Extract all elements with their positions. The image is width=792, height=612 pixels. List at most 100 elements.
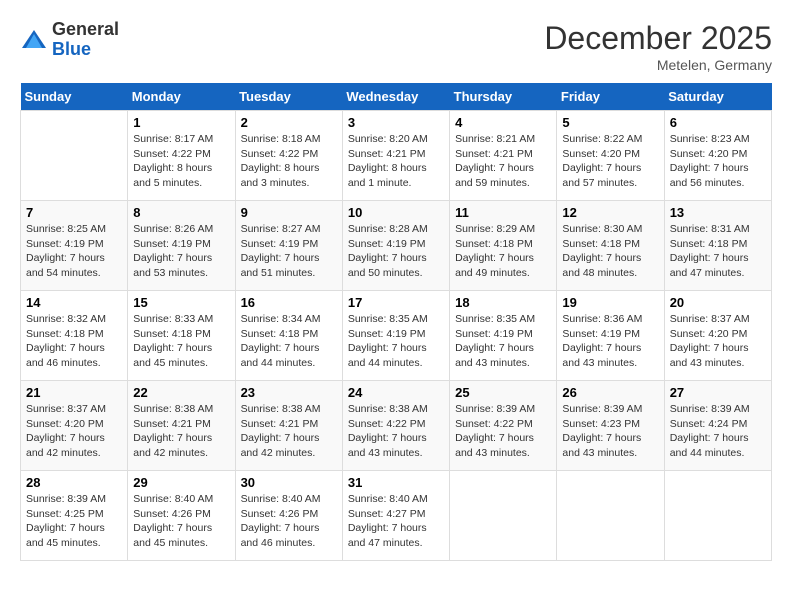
day-info: Sunrise: 8:36 AMSunset: 4:19 PMDaylight:… xyxy=(562,312,658,371)
day-number: 5 xyxy=(562,115,658,130)
calendar-cell: 17 Sunrise: 8:35 AMSunset: 4:19 PMDayligh… xyxy=(342,291,449,381)
calendar-cell: 24Sunrise: 8:38 AMSunset: 4:22 PMDayligh… xyxy=(342,381,449,471)
logo-text: General Blue xyxy=(52,20,119,60)
day-info: Sunrise: 8:38 AMSunset: 4:21 PMDaylight:… xyxy=(133,402,229,461)
day-info: Sunrise: 8:30 AMSunset: 4:18 PMDaylight:… xyxy=(562,222,658,281)
calendar-cell: 16 Sunrise: 8:34 AMSunset: 4:18 PMDayligh… xyxy=(235,291,342,381)
day-info: Sunrise: 8:39 AMSunset: 4:22 PMDaylight:… xyxy=(455,402,551,461)
page-header: General Blue December 2025 Metelen, Germ… xyxy=(20,20,772,73)
calendar-cell: 10 Sunrise: 8:28 AMSunset: 4:19 PMDayligh… xyxy=(342,201,449,291)
day-info: Sunrise: 8:31 AMSunset: 4:18 PMDaylight:… xyxy=(670,222,766,281)
day-info: Sunrise: 8:40 AMSunset: 4:26 PMDaylight:… xyxy=(241,492,337,551)
day-number: 12 xyxy=(562,205,658,220)
calendar-cell: 7 Sunrise: 8:25 AMSunset: 4:19 PMDaylight… xyxy=(21,201,128,291)
weekday-header-tuesday: Tuesday xyxy=(235,83,342,111)
day-info: Sunrise: 8:18 AMSunset: 4:22 PMDaylight:… xyxy=(241,132,337,191)
location: Metelen, Germany xyxy=(544,57,772,73)
calendar-cell xyxy=(664,471,771,561)
day-info: Sunrise: 8:33 AMSunset: 4:18 PMDaylight:… xyxy=(133,312,229,371)
day-number: 22 xyxy=(133,385,229,400)
day-number: 8 xyxy=(133,205,229,220)
day-number: 1 xyxy=(133,115,229,130)
day-info: Sunrise: 8:39 AMSunset: 4:23 PMDaylight:… xyxy=(562,402,658,461)
weekday-header-row: SundayMondayTuesdayWednesdayThursdayFrid… xyxy=(21,83,772,111)
day-info: Sunrise: 8:34 AMSunset: 4:18 PMDaylight:… xyxy=(241,312,337,371)
day-number: 27 xyxy=(670,385,766,400)
calendar-cell: 19Sunrise: 8:36 AMSunset: 4:19 PMDayligh… xyxy=(557,291,664,381)
day-info: Sunrise: 8:39 AMSunset: 4:24 PMDaylight:… xyxy=(670,402,766,461)
calendar-cell: 28Sunrise: 8:39 AMSunset: 4:25 PMDayligh… xyxy=(21,471,128,561)
calendar-cell: 29 Sunrise: 8:40 AMSunset: 4:26 PMDayligh… xyxy=(128,471,235,561)
day-info: Sunrise: 8:22 AMSunset: 4:20 PMDaylight:… xyxy=(562,132,658,191)
calendar-cell: 25 Sunrise: 8:39 AMSunset: 4:22 PMDayligh… xyxy=(450,381,557,471)
weekday-header-monday: Monday xyxy=(128,83,235,111)
calendar-cell: 15 Sunrise: 8:33 AMSunset: 4:18 PMDayligh… xyxy=(128,291,235,381)
day-number: 7 xyxy=(26,205,122,220)
day-number: 28 xyxy=(26,475,122,490)
day-number: 23 xyxy=(241,385,337,400)
calendar-cell xyxy=(557,471,664,561)
calendar-cell: 8Sunrise: 8:26 AMSunset: 4:19 PMDaylight… xyxy=(128,201,235,291)
day-number: 31 xyxy=(348,475,444,490)
calendar-cell: 6 Sunrise: 8:23 AMSunset: 4:20 PMDaylight… xyxy=(664,111,771,201)
day-number: 30 xyxy=(241,475,337,490)
month-title: December 2025 xyxy=(544,20,772,57)
weekday-header-saturday: Saturday xyxy=(664,83,771,111)
day-number: 25 xyxy=(455,385,551,400)
day-number: 6 xyxy=(670,115,766,130)
day-number: 21 xyxy=(26,385,122,400)
day-info: Sunrise: 8:27 AMSunset: 4:19 PMDaylight:… xyxy=(241,222,337,281)
logo-general: General xyxy=(52,19,119,39)
day-number: 2 xyxy=(241,115,337,130)
calendar-week-5: 28Sunrise: 8:39 AMSunset: 4:25 PMDayligh… xyxy=(21,471,772,561)
day-info: Sunrise: 8:25 AMSunset: 4:19 PMDaylight:… xyxy=(26,222,122,281)
calendar-cell: 31 Sunrise: 8:40 AMSunset: 4:27 PMDayligh… xyxy=(342,471,449,561)
day-number: 29 xyxy=(133,475,229,490)
weekday-header-sunday: Sunday xyxy=(21,83,128,111)
weekday-header-thursday: Thursday xyxy=(450,83,557,111)
day-info: Sunrise: 8:37 AMSunset: 4:20 PMDaylight:… xyxy=(26,402,122,461)
calendar-cell: 5 Sunrise: 8:22 AMSunset: 4:20 PMDaylight… xyxy=(557,111,664,201)
calendar-cell: 12 Sunrise: 8:30 AMSunset: 4:18 PMDayligh… xyxy=(557,201,664,291)
day-info: Sunrise: 8:17 AMSunset: 4:22 PMDaylight:… xyxy=(133,132,229,191)
day-number: 13 xyxy=(670,205,766,220)
calendar-week-2: 7 Sunrise: 8:25 AMSunset: 4:19 PMDaylight… xyxy=(21,201,772,291)
day-number: 17 xyxy=(348,295,444,310)
calendar-cell: 20Sunrise: 8:37 AMSunset: 4:20 PMDayligh… xyxy=(664,291,771,381)
calendar-cell xyxy=(450,471,557,561)
calendar-cell: 23 Sunrise: 8:38 AMSunset: 4:21 PMDayligh… xyxy=(235,381,342,471)
logo-icon xyxy=(20,26,48,54)
calendar-week-4: 21 Sunrise: 8:37 AMSunset: 4:20 PMDayligh… xyxy=(21,381,772,471)
day-info: Sunrise: 8:35 AMSunset: 4:19 PMDaylight:… xyxy=(455,312,551,371)
day-info: Sunrise: 8:23 AMSunset: 4:20 PMDaylight:… xyxy=(670,132,766,191)
day-info: Sunrise: 8:35 AMSunset: 4:19 PMDaylight:… xyxy=(348,312,444,371)
calendar-cell xyxy=(21,111,128,201)
day-number: 16 xyxy=(241,295,337,310)
day-number: 3 xyxy=(348,115,444,130)
day-info: Sunrise: 8:21 AMSunset: 4:21 PMDaylight:… xyxy=(455,132,551,191)
day-number: 11 xyxy=(455,205,551,220)
calendar-cell: 21 Sunrise: 8:37 AMSunset: 4:20 PMDayligh… xyxy=(21,381,128,471)
day-number: 9 xyxy=(241,205,337,220)
day-info: Sunrise: 8:40 AMSunset: 4:27 PMDaylight:… xyxy=(348,492,444,551)
day-number: 4 xyxy=(455,115,551,130)
day-info: Sunrise: 8:20 AMSunset: 4:21 PMDaylight:… xyxy=(348,132,444,191)
calendar-cell: 3 Sunrise: 8:20 AMSunset: 4:21 PMDaylight… xyxy=(342,111,449,201)
day-number: 20 xyxy=(670,295,766,310)
day-number: 15 xyxy=(133,295,229,310)
calendar-cell: 13 Sunrise: 8:31 AMSunset: 4:18 PMDayligh… xyxy=(664,201,771,291)
day-info: Sunrise: 8:38 AMSunset: 4:21 PMDaylight:… xyxy=(241,402,337,461)
calendar-cell: 30 Sunrise: 8:40 AMSunset: 4:26 PMDayligh… xyxy=(235,471,342,561)
day-info: Sunrise: 8:40 AMSunset: 4:26 PMDaylight:… xyxy=(133,492,229,551)
weekday-header-friday: Friday xyxy=(557,83,664,111)
calendar-cell: 2 Sunrise: 8:18 AMSunset: 4:22 PMDaylight… xyxy=(235,111,342,201)
calendar-cell: 27 Sunrise: 8:39 AMSunset: 4:24 PMDayligh… xyxy=(664,381,771,471)
calendar-cell: 9 Sunrise: 8:27 AMSunset: 4:19 PMDaylight… xyxy=(235,201,342,291)
day-number: 10 xyxy=(348,205,444,220)
day-number: 24 xyxy=(348,385,444,400)
day-info: Sunrise: 8:28 AMSunset: 4:19 PMDaylight:… xyxy=(348,222,444,281)
day-number: 26 xyxy=(562,385,658,400)
calendar-table: SundayMondayTuesdayWednesdayThursdayFrid… xyxy=(20,83,772,561)
calendar-week-3: 14Sunrise: 8:32 AMSunset: 4:18 PMDayligh… xyxy=(21,291,772,381)
calendar-week-1: 1 Sunrise: 8:17 AMSunset: 4:22 PMDaylight… xyxy=(21,111,772,201)
